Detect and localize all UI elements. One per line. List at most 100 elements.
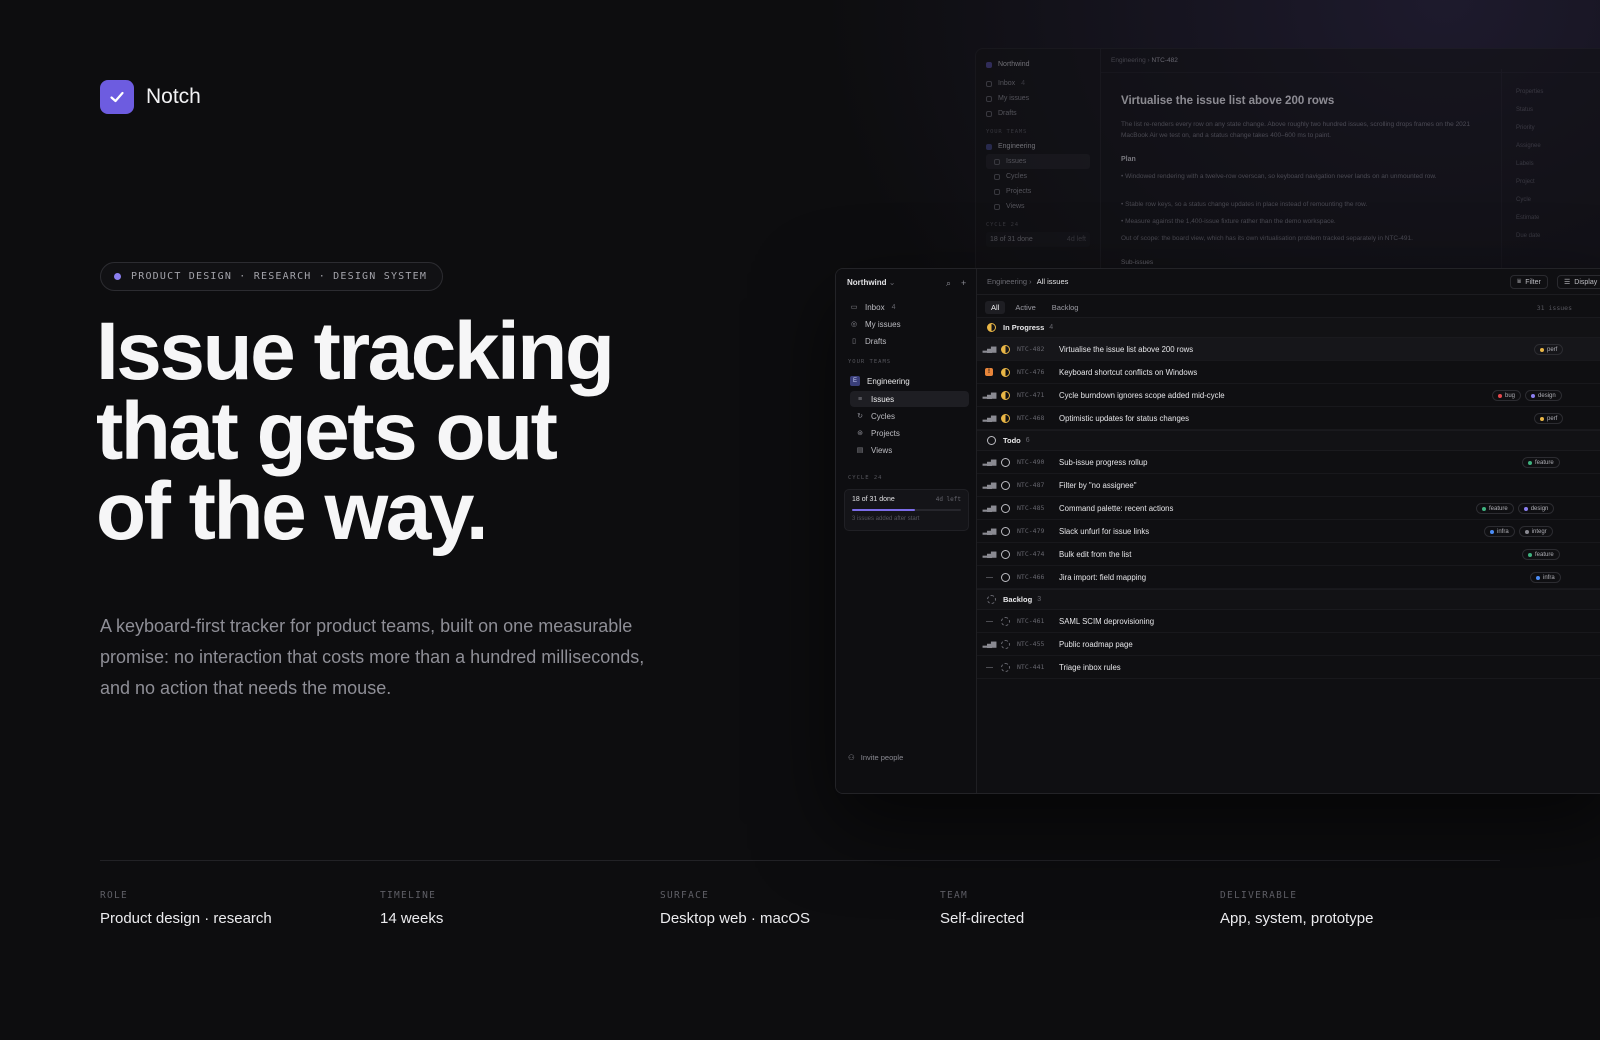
tab-backlog[interactable]: Backlog <box>1046 301 1085 314</box>
label-text: infra <box>1543 574 1555 581</box>
prop-assignee[interactable]: Assignee <box>1516 143 1600 161</box>
status-icon[interactable] <box>1001 639 1010 649</box>
table-row[interactable]: — NTC-441 Triage inbox rules <box>977 656 1600 679</box>
table-row[interactable]: ▂▄▆ NTC-471 Cycle burndown ignores scope a… <box>977 384 1600 407</box>
prop-status[interactable]: Status <box>1516 107 1600 125</box>
table-row[interactable]: ▂▄▆ NTC-455 Public roadmap page <box>977 633 1600 656</box>
prop-labels[interactable]: Labels <box>1516 161 1600 179</box>
nav-item[interactable]: Views <box>1006 203 1025 210</box>
sidebar-item-projects[interactable]: ⊛ Projects <box>850 425 969 441</box>
label-chip[interactable]: design <box>1517 503 1555 514</box>
priority-icon[interactable]: ▂▄▆ <box>977 345 1001 353</box>
nav-item[interactable]: My issues <box>998 95 1029 102</box>
label-chip[interactable]: feature <box>1476 503 1514 514</box>
sidebar-item-cycles[interactable]: ↻ Cycles <box>850 408 969 424</box>
priority-icon[interactable]: ▂▄▆ <box>977 414 1001 422</box>
priority-icon[interactable]: — <box>977 574 1001 581</box>
table-row[interactable]: ! NTC-476 Keyboard shortcut conflicts on W… <box>977 361 1600 384</box>
priority-icon[interactable]: ▂▄▆ <box>977 481 1001 489</box>
status-icon[interactable] <box>1001 457 1010 467</box>
brand-logo[interactable]: Notch <box>100 80 201 114</box>
status-icon[interactable] <box>1001 549 1010 559</box>
prop-cycle[interactable]: Cycle <box>1516 197 1600 215</box>
status-icon[interactable] <box>1001 367 1010 377</box>
priority-icon[interactable]: ▂▄▆ <box>977 640 1001 648</box>
priority-icon[interactable]: ▂▄▆ <box>977 391 1001 399</box>
new-issue-icon[interactable]: + <box>961 278 966 288</box>
table-row[interactable]: ▂▄▆ NTC-479 Slack unfurl for issue links in… <box>977 520 1600 543</box>
team-name[interactable]: Engineering <box>998 143 1035 150</box>
urgent-priority-icon[interactable]: ! <box>985 368 993 376</box>
priority-icon[interactable]: ▂▄▆ <box>977 550 1001 558</box>
sidebar-item-team[interactable]: E Engineering <box>844 373 969 389</box>
priority-icon[interactable]: — <box>977 618 1001 625</box>
search-icon[interactable]: ⌕ <box>946 278 951 289</box>
nav-item[interactable]: Issues <box>1006 158 1026 165</box>
status-icon[interactable] <box>1001 616 1010 626</box>
table-row[interactable]: ▂▄▆ NTC-487 Filter by "no assignee" <box>977 474 1600 497</box>
status-icon[interactable] <box>1001 390 1010 400</box>
table-row[interactable]: ▂▄▆ NTC-474 Bulk edit from the list feature <box>977 543 1600 566</box>
label-chip[interactable]: feature <box>1522 457 1560 468</box>
status-icon[interactable] <box>1001 662 1010 672</box>
status-icon[interactable] <box>1001 503 1010 513</box>
workspace-switcher[interactable]: Northwind ⌄ <box>847 278 895 287</box>
priority-icon[interactable]: ▂▄▆ <box>977 504 1001 512</box>
tab-active[interactable]: Active <box>1009 301 1041 314</box>
priority-icon[interactable]: ▂▄▆ <box>977 527 1001 535</box>
detail-sidebar: Northwind Inbox 4 My issues Drafts YOUR T… <box>976 49 1101 287</box>
nav-item[interactable]: Inbox <box>998 80 1015 87</box>
nav-item[interactable]: Drafts <box>998 110 1017 117</box>
issue-title: Optimistic updates for status changes <box>1059 413 1190 423</box>
table-row[interactable]: ▂▄▆ NTC-485 Command palette: recent action… <box>977 497 1600 520</box>
label-chip[interactable]: design <box>1525 390 1562 401</box>
label-chip[interactable]: feature <box>1522 549 1560 560</box>
display-button[interactable]: ☰ Display <box>1557 275 1600 289</box>
label-chip[interactable]: infra <box>1530 572 1561 583</box>
invite-button[interactable]: ⚇ Invite people <box>848 753 903 762</box>
status-icon[interactable] <box>1001 344 1010 354</box>
prop-estimate[interactable]: Estimate <box>1516 215 1600 233</box>
label-chip[interactable]: perf <box>1534 344 1564 355</box>
group-header[interactable]: Backlog 3 <box>977 589 1600 610</box>
table-row[interactable]: ▂▄▆ NTC-490 Sub-issue progress rollup featu… <box>977 451 1600 474</box>
priority-icon[interactable]: ▂▄▆ <box>977 458 1001 466</box>
table-row[interactable]: ▂▄▆ NTC-468 Optimistic updates for status … <box>977 407 1600 430</box>
prop-due-date[interactable]: Due date <box>1516 233 1600 251</box>
status-icon[interactable] <box>1001 572 1010 582</box>
nav-item[interactable]: Cycles <box>1006 173 1027 180</box>
sidebar-item-views[interactable]: ▤ Views <box>850 442 969 458</box>
group-header[interactable]: In Progress 4 <box>977 317 1600 338</box>
issue-title[interactable]: Virtualise the issue list above 200 rows <box>1121 95 1334 107</box>
prop-project[interactable]: Project <box>1516 179 1600 197</box>
add-user-icon: ⚇ <box>848 753 855 762</box>
subissues-heading[interactable]: Sub-issues <box>1121 257 1481 268</box>
label-chip[interactable]: bug <box>1492 390 1522 401</box>
brand-name: Notch <box>146 85 201 108</box>
table-row[interactable]: — NTC-461 SAML SCIM deprovisioning <box>977 610 1600 633</box>
group-header[interactable]: Todo 6 <box>977 430 1600 451</box>
table-row[interactable]: ▂▄▆ NTC-482 Virtualise the issue list abov… <box>977 338 1600 361</box>
sidebar-item-issues[interactable]: ≡ Issues <box>850 391 969 407</box>
workspace-name[interactable]: Northwind <box>998 61 1030 68</box>
label-chip[interactable]: integr <box>1518 526 1553 537</box>
issue-title: Filter by "no assignee" <box>1059 480 1137 490</box>
cycle-card[interactable]: 18 of 31 done 4d left 3 issues added afte… <box>844 489 969 531</box>
priority-icon[interactable]: — <box>977 664 1001 671</box>
sidebar-item-drafts[interactable]: ▯ Drafts <box>844 333 969 349</box>
status-icon[interactable] <box>1001 480 1010 490</box>
checkmark-icon <box>100 80 134 114</box>
tab-all[interactable]: All <box>985 301 1006 314</box>
status-icon[interactable] <box>1001 413 1010 423</box>
table-row[interactable]: — NTC-466 Jira import: field mapping infra <box>977 566 1600 589</box>
sidebar-item-my-issues[interactable]: ◎ My issues <box>844 316 969 332</box>
label-chip[interactable]: perf <box>1534 413 1564 424</box>
filter-button[interactable]: ⩸ Filter <box>1510 275 1548 289</box>
sidebar-item-inbox[interactable]: ▭ Inbox 4 <box>844 299 969 315</box>
breadcrumb-team[interactable]: Engineering <box>1111 57 1146 64</box>
label-chip[interactable]: infra <box>1484 526 1515 537</box>
nav-item[interactable]: Projects <box>1006 188 1031 195</box>
prop-priority[interactable]: Priority <box>1516 125 1600 143</box>
breadcrumb-team[interactable]: Engineering <box>987 277 1027 286</box>
status-icon[interactable] <box>1001 526 1010 536</box>
